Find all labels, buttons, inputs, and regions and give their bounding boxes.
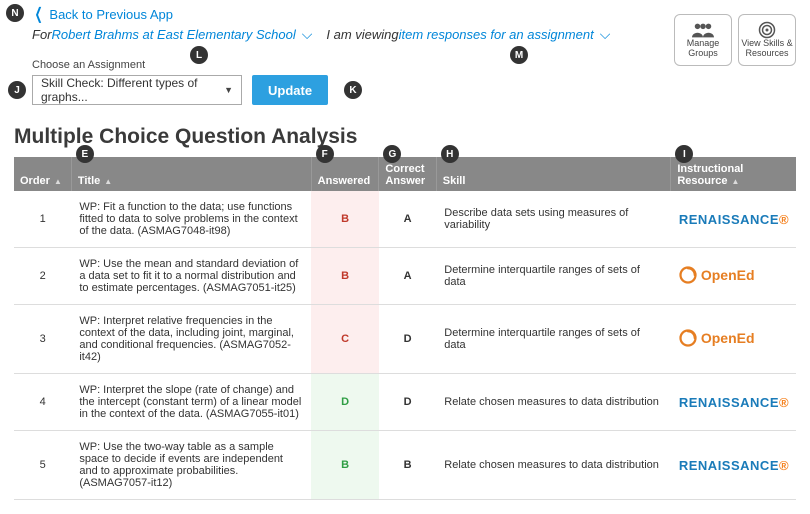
view-skills-button[interactable]: View Skills & Resources [738,14,796,66]
callout-h: H [441,145,459,163]
cell-correct: D [379,305,436,374]
col-order-label: Order [20,175,50,187]
cell-correct: A [379,191,436,248]
cell-resource[interactable]: RENAISSANCE® [671,374,796,431]
cell-order: 1 [14,191,71,248]
view-skills-label: View Skills & Resources [741,39,793,59]
analysis-table: Order▲ E Title▲ F Answered G Correct Ans… [14,157,796,500]
sort-icon: ▲ [104,177,112,186]
col-order[interactable]: Order ▲ [14,157,71,191]
assignment-selected: Skill Check: Different types of graphs..… [41,76,224,104]
back-link-label: Back to Previous App [49,7,173,22]
col-correct-label: Correct Answer [385,163,425,187]
col-answered-label: Answered [318,175,371,187]
cell-title: WP: Interpret the slope (rate of change)… [71,374,311,431]
callout-l: L [190,46,208,64]
col-title-label: Title [78,175,100,187]
opened-logo: OpenEd [679,266,755,284]
table-row: 5WP: Use the two-way table as a sample s… [14,431,796,500]
triangle-down-icon: ▼ [224,85,233,95]
renaissance-logo: RENAISSANCE® [679,212,789,227]
cell-skill: Relate chosen measures to data distribut… [436,374,671,431]
chevron-down-icon[interactable]: ⌵ [302,26,313,43]
cell-correct: D [379,374,436,431]
renaissance-logo: RENAISSANCE® [679,458,789,473]
col-skill-label: Skill [443,175,466,187]
cell-resource[interactable]: RENAISSANCE® [671,191,796,248]
cell-answered: D [311,374,379,431]
cell-skill: Relate chosen measures to data distribut… [436,431,671,500]
callout-m: M [510,46,528,64]
sort-icon: ▲ [54,177,62,186]
sort-icon: ▲ [732,177,740,186]
chevron-left-icon: ❮ [35,4,43,24]
callout-g: G [383,145,401,163]
chevron-down-icon[interactable]: ⌵ [600,26,611,43]
users-icon [692,21,714,39]
cell-title: WP: Fit a function to the data; use func… [71,191,311,248]
cell-resource[interactable]: OpenEd [671,305,796,374]
cell-skill: Describe data sets using measures of var… [436,191,671,248]
callout-k: K [344,81,362,99]
col-correct[interactable]: G Correct Answer [379,157,436,191]
cell-answered: B [311,248,379,305]
cell-title: WP: Use the two-way table as a sample sp… [71,431,311,500]
cell-order: 5 [14,431,71,500]
update-button[interactable]: Update [252,75,328,105]
table-row: 3WP: Interpret relative frequencies in t… [14,305,796,374]
col-answered[interactable]: F Answered [311,157,379,191]
callout-j: J [8,81,26,99]
cell-answered: B [311,431,379,500]
col-resource[interactable]: I Instructional Resource▲ [671,157,796,191]
table-row: 1WP: Fit a function to the data; use fun… [14,191,796,248]
callout-e: E [76,145,94,163]
for-prefix: For [32,27,52,42]
cell-title: WP: Use the mean and standard deviation … [71,248,311,305]
callout-f: F [316,145,334,163]
callout-n: N [6,4,24,22]
cell-order: 3 [14,305,71,374]
cell-title: WP: Interpret relative frequencies in th… [71,305,311,374]
cell-resource[interactable]: OpenEd [671,248,796,305]
assignment-select[interactable]: Skill Check: Different types of graphs..… [32,75,242,105]
cell-answered: B [311,191,379,248]
cell-answered: C [311,305,379,374]
cell-skill: Determine interquartile ranges of sets o… [436,248,671,305]
view-prefix: I am viewing [326,27,398,42]
renaissance-logo: RENAISSANCE® [679,395,789,410]
cell-order: 4 [14,374,71,431]
col-skill[interactable]: H Skill [436,157,671,191]
cell-correct: A [379,248,436,305]
table-row: 2WP: Use the mean and standard deviation… [14,248,796,305]
view-scope-link[interactable]: item responses for an assignment [399,27,594,42]
for-scope-link[interactable]: Robert Brahms at East Elementary School [52,27,296,42]
cell-resource[interactable]: RENAISSANCE® [671,431,796,500]
cell-skill: Determine interquartile ranges of sets o… [436,305,671,374]
cell-correct: B [379,431,436,500]
col-title[interactable]: E Title▲ [71,157,311,191]
manage-groups-label: Manage Groups [677,39,729,59]
table-row: 4WP: Interpret the slope (rate of change… [14,374,796,431]
back-link[interactable]: ❮ Back to Previous App [32,4,173,24]
cell-order: 2 [14,248,71,305]
callout-i: I [675,145,693,163]
manage-groups-button[interactable]: Manage Groups [674,14,732,66]
opened-logo: OpenEd [679,329,755,347]
target-icon [756,21,778,39]
